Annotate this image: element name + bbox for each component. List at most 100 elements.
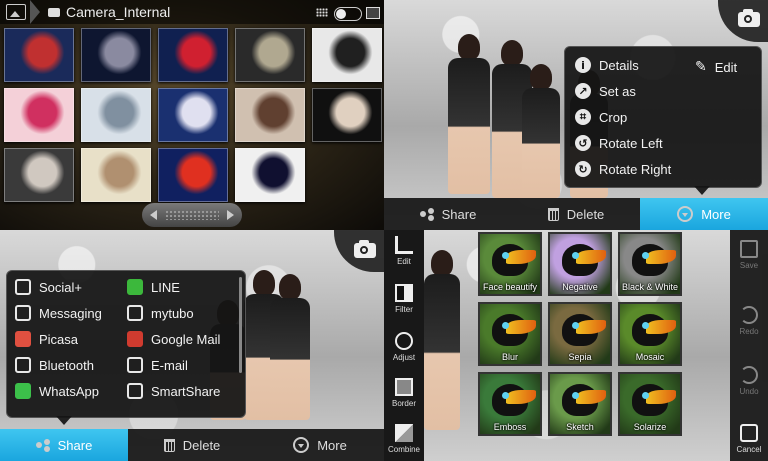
- share-target-whatsapp[interactable]: WhatsApp: [15, 383, 99, 399]
- page-scroller[interactable]: [142, 203, 242, 227]
- cancel-icon: [740, 424, 758, 442]
- filter-tile[interactable]: Blur: [478, 302, 542, 366]
- photo-viewer-share: Social+ Messaging Picasa Bluetooth WhatsApp L…: [0, 230, 384, 461]
- undo-button[interactable]: Undo: [730, 366, 768, 396]
- share-menu-scrollbar[interactable]: [239, 277, 242, 373]
- thumbnail[interactable]: [158, 28, 228, 82]
- picasa-icon: [15, 331, 31, 347]
- stack-view-icon[interactable]: [366, 7, 380, 19]
- save-button[interactable]: Save: [730, 240, 768, 270]
- share-menu: Social+ Messaging Picasa Bluetooth WhatsApp L…: [6, 270, 246, 418]
- filter-tile[interactable]: Face beautify: [478, 232, 542, 296]
- menu-item-label: Set as: [599, 83, 636, 99]
- more-menu-item-edit[interactable]: ✎ Edit: [695, 59, 737, 75]
- share-target-mytubo[interactable]: mytubo: [127, 305, 194, 321]
- filter-tile[interactable]: Negative: [548, 232, 612, 296]
- share-target-social-[interactable]: Social+: [15, 279, 82, 295]
- crop-icon: ⌗: [575, 109, 591, 125]
- share-label: Share: [441, 206, 477, 222]
- cancel-label: Cancel: [736, 445, 762, 454]
- view-mode-toggle[interactable]: [334, 7, 362, 21]
- share-target-e-mail[interactable]: E-mail: [127, 357, 188, 373]
- breadcrumb-separator-icon: [30, 0, 40, 24]
- share-target-label: mytubo: [151, 305, 194, 321]
- thumbnail[interactable]: [4, 28, 74, 82]
- tool-adjust[interactable]: Adjust: [384, 332, 424, 362]
- thumbnail[interactable]: [312, 88, 382, 142]
- more-button[interactable]: More: [256, 429, 384, 461]
- save-icon: [740, 240, 758, 258]
- share-target-label: LINE: [151, 279, 180, 295]
- share-target-label: SmartShare: [151, 383, 221, 399]
- toucan-eye-icon: [502, 392, 509, 399]
- more-button[interactable]: More: [640, 198, 768, 230]
- breadcrumb[interactable]: Camera_Internal: [0, 0, 170, 24]
- album-icon[interactable]: [6, 4, 26, 20]
- tool-combine[interactable]: Combine: [384, 424, 424, 454]
- thumbnail[interactable]: [81, 28, 151, 82]
- filter-tile[interactable]: Solarize: [618, 372, 682, 436]
- scroll-track[interactable]: [165, 210, 219, 220]
- toucan-eye-icon: [642, 322, 649, 329]
- more-menu-item-set-as[interactable]: ↗ Set as: [575, 83, 636, 99]
- action-bar: Share Delete More: [0, 429, 384, 461]
- share-label: Share: [57, 437, 93, 453]
- save-label: Save: [739, 261, 759, 270]
- toucan-eye-icon: [502, 322, 509, 329]
- more-menu-item-crop[interactable]: ⌗ Crop: [575, 109, 627, 125]
- share-target-label: Social+: [39, 279, 82, 295]
- thumbnail[interactable]: [158, 148, 228, 202]
- tool-border[interactable]: Border: [384, 378, 424, 408]
- filter-tile[interactable]: Sketch: [548, 372, 612, 436]
- share-target-line[interactable]: LINE: [127, 279, 180, 295]
- tool-edit[interactable]: Edit: [384, 236, 424, 266]
- cancel-button[interactable]: Cancel: [730, 424, 768, 454]
- grid-view-icon[interactable]: [316, 8, 328, 17]
- thumbnail[interactable]: [312, 28, 382, 82]
- delete-button[interactable]: Delete: [128, 429, 256, 461]
- share-button[interactable]: Share: [0, 429, 128, 461]
- share-target-smartshare[interactable]: SmartShare: [127, 383, 220, 399]
- menu-item-label: Crop: [599, 109, 628, 125]
- filter-label: Emboss: [493, 422, 527, 432]
- camera-folder-icon: [48, 7, 60, 17]
- thumbnail[interactable]: [235, 148, 305, 202]
- thumbnail[interactable]: [4, 88, 74, 142]
- redo-button[interactable]: Redo: [730, 306, 768, 336]
- toucan-beak-icon: [646, 390, 676, 404]
- thumbnail[interactable]: [81, 148, 151, 202]
- more-menu-item-details[interactable]: i Details: [575, 57, 639, 73]
- share-button[interactable]: Share: [384, 198, 512, 230]
- photo-viewer-more: i Details ↗ Set as ⌗ Crop ↺ Rotate Left ↻ Rotate …: [384, 0, 768, 230]
- thumbnail[interactable]: [158, 88, 228, 142]
- share-target-label: E-mail: [151, 357, 188, 373]
- tool-filter[interactable]: Filter: [384, 284, 424, 314]
- share-target-picasa[interactable]: Picasa: [15, 331, 78, 347]
- filter-tile[interactable]: Emboss: [478, 372, 542, 436]
- menu-item-label: Rotate Left: [599, 135, 663, 151]
- toucan-beak-icon: [506, 250, 536, 264]
- messaging-icon: [15, 305, 31, 321]
- share-target-google-mail[interactable]: Google Mail: [127, 331, 220, 347]
- share-target-messaging[interactable]: Messaging: [15, 305, 102, 321]
- delete-button[interactable]: Delete: [512, 198, 640, 230]
- scroll-left-icon[interactable]: [150, 210, 157, 220]
- more-menu-item-rotate-left[interactable]: ↺ Rotate Left: [575, 135, 663, 151]
- filter-tile[interactable]: Black & White: [618, 232, 682, 296]
- border-icon: [395, 378, 413, 396]
- share-menu-pointer: [56, 416, 72, 425]
- thumbnail[interactable]: [235, 28, 305, 82]
- filter-tile[interactable]: Sepia: [548, 302, 612, 366]
- delete-label: Delete: [566, 206, 605, 222]
- crop-icon: [395, 236, 413, 254]
- toucan-beak-icon: [646, 250, 676, 264]
- share-target-bluetooth[interactable]: Bluetooth: [15, 357, 94, 373]
- scroll-right-icon[interactable]: [227, 210, 234, 220]
- delete-label: Delete: [182, 437, 221, 453]
- redo-label: Redo: [739, 327, 759, 336]
- more-menu-item-rotate-right[interactable]: ↻ Rotate Right: [575, 161, 671, 177]
- thumbnail[interactable]: [235, 88, 305, 142]
- thumbnail[interactable]: [81, 88, 151, 142]
- filter-tile[interactable]: Mosaic: [618, 302, 682, 366]
- thumbnail[interactable]: [4, 148, 74, 202]
